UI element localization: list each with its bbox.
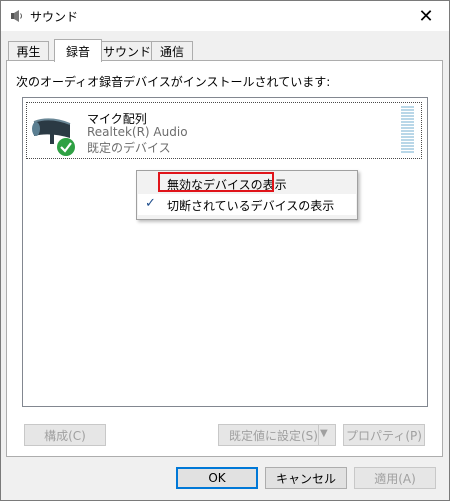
menu-item-show-disconnected-devices[interactable]: ✓ 切断されているデバイスの表示 — [138, 194, 356, 215]
menu-item-label: 切断されているデバイスの表示 — [167, 199, 335, 213]
title-bar: サウンド ✕ — [1, 1, 449, 31]
checkmark-icon: ✓ — [145, 196, 156, 211]
tab-label: 録音 — [65, 44, 90, 59]
window-title: サウンド — [30, 10, 79, 24]
button-label: OK — [208, 471, 226, 485]
cancel-button[interactable]: キャンセル — [265, 467, 347, 489]
red-highlight-box — [158, 172, 274, 192]
button-label: 構成(C) — [44, 428, 86, 443]
apply-button[interactable]: 適用(A) — [354, 467, 436, 489]
tab-label: 再生 — [16, 45, 41, 59]
level-meter — [401, 106, 414, 154]
configure-button[interactable]: 構成(C) — [24, 424, 106, 446]
properties-button[interactable]: プロパティ(P) — [343, 424, 425, 446]
split-divider — [318, 424, 319, 446]
button-label: キャンセル — [275, 471, 336, 486]
device-item-microphone-array[interactable] — [26, 102, 422, 159]
ok-button[interactable]: OK — [176, 467, 258, 489]
close-icon: ✕ — [418, 5, 434, 27]
tab-communications[interactable]: 通信 — [151, 41, 193, 61]
green-checkmark-icon — [57, 138, 75, 156]
tab-label: サウンド — [102, 45, 151, 59]
tab-playback[interactable]: 再生 — [8, 41, 49, 61]
button-label: 適用(A) — [374, 471, 416, 486]
tab-label: 通信 — [159, 45, 184, 59]
button-label: プロパティ(P) — [346, 428, 422, 443]
tab-recording[interactable]: 録音 — [54, 39, 102, 62]
tab-sounds[interactable]: サウンド — [101, 41, 153, 61]
device-driver: Realtek(R) Audio — [87, 125, 188, 139]
close-button[interactable]: ✕ — [403, 1, 449, 31]
instruction-text: 次のオーディオ録音デバイスがインストールされています: — [16, 75, 331, 89]
button-label: 既定値に設定(S) — [229, 428, 318, 443]
chevron-down-icon[interactable]: ▼ — [320, 428, 328, 439]
speaker-icon — [11, 10, 22, 22]
device-status: 既定のデバイス — [87, 141, 171, 155]
